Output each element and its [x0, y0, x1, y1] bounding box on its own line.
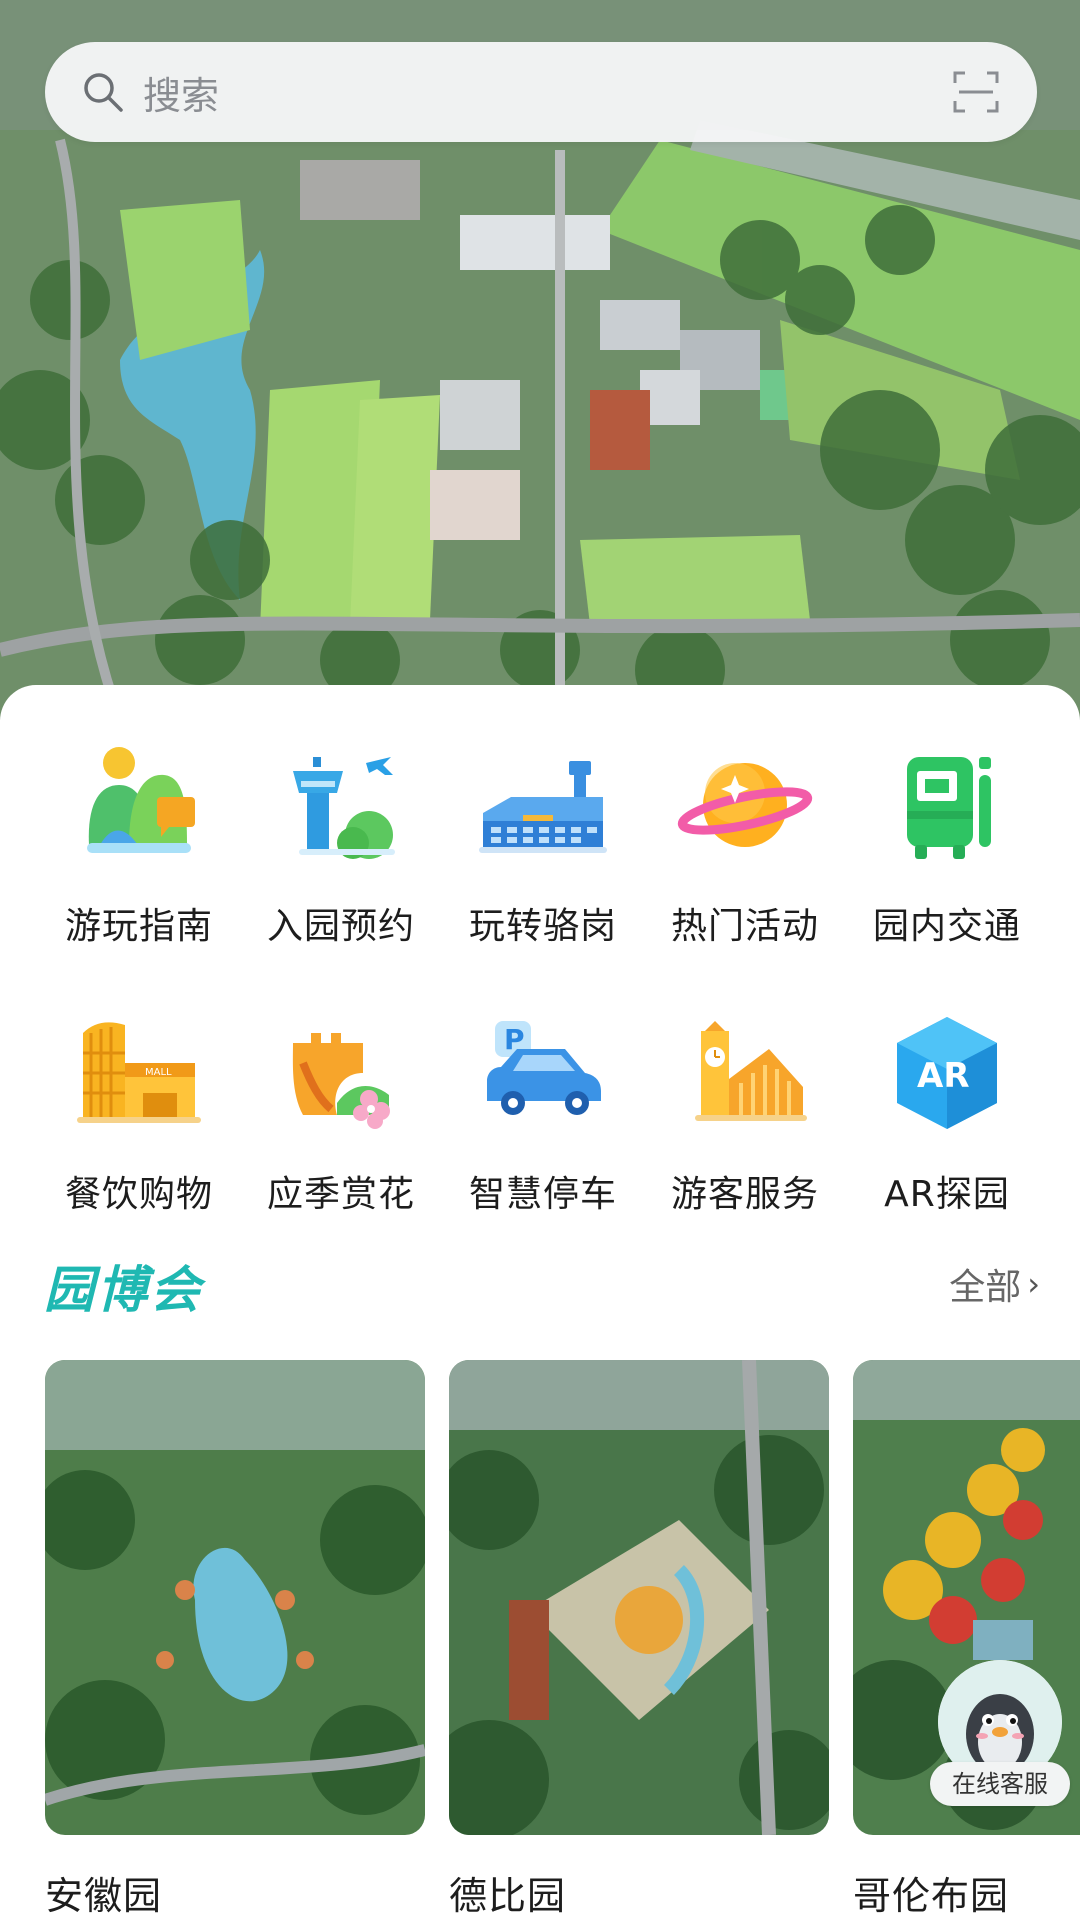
- garden-card[interactable]: 哥伦布园: [853, 1360, 1080, 1920]
- ar-cube-icon: AR: [897, 1017, 997, 1129]
- garden-name: 德比园: [449, 1874, 567, 1918]
- menu-item-label: 游客服务: [670, 1174, 819, 1215]
- view-all-label: 全部: [949, 1267, 1022, 1308]
- svg-text:AR: AR: [917, 1056, 970, 1096]
- online-service-label: 在线客服: [930, 1762, 1070, 1806]
- search-input[interactable]: 搜索: [143, 65, 951, 120]
- menu-item-guide[interactable]: 游玩指南: [38, 735, 240, 949]
- menu-item-visitor-service[interactable]: 游客服务: [644, 1003, 846, 1217]
- parking-car-icon: P: [487, 1021, 601, 1115]
- quick-menu-grid: 游玩指南 入园预约 玩转骆岗 热门活动 园内交通 MALL 餐饮购物 应季赏花 …: [0, 735, 1080, 1217]
- menu-item-events[interactable]: 热门活动: [644, 735, 846, 949]
- menu-item-ar[interactable]: AR AR探园: [846, 1003, 1048, 1217]
- planet-icon: [677, 763, 813, 847]
- garden-card[interactable]: 德比园: [449, 1360, 829, 1920]
- content-panel: 游玩指南 入园预约 玩转骆岗 热门活动 园内交通 MALL 餐饮购物 应季赏花 …: [0, 685, 1080, 1920]
- menu-item-explore[interactable]: 玩转骆岗: [442, 735, 644, 949]
- menu-item-flowers[interactable]: 应季赏花: [240, 1003, 442, 1217]
- guide-icon: [87, 747, 195, 853]
- garden-carousel[interactable]: 安徽园 德比园 哥伦布园: [45, 1360, 1080, 1920]
- menu-item-dining[interactable]: MALL 餐饮购物: [38, 1003, 240, 1217]
- menu-item-label: 游玩指南: [64, 906, 213, 947]
- menu-item-label: 热门活动: [670, 906, 819, 947]
- mall-icon: MALL: [77, 1022, 201, 1123]
- scan-icon[interactable]: [951, 67, 1001, 117]
- airport-building-icon: [479, 761, 607, 853]
- garden-name: 安徽园: [45, 1874, 163, 1918]
- flower-wall-icon: [292, 1033, 390, 1129]
- menu-item-label: AR探园: [884, 1174, 1010, 1215]
- chevron-right-icon: ›: [1027, 1265, 1040, 1303]
- menu-item-label: 玩转骆岗: [468, 906, 617, 947]
- menu-item-reservation[interactable]: 入园预约: [240, 735, 442, 949]
- menu-item-transport[interactable]: 园内交通: [846, 735, 1048, 949]
- search-bar[interactable]: 搜索: [45, 42, 1037, 142]
- tower-reservation-icon: [293, 757, 395, 859]
- section-title: 园博会: [44, 1260, 203, 1319]
- online-service-button[interactable]: 在线客服: [930, 1660, 1070, 1820]
- menu-item-label: 入园预约: [266, 906, 415, 947]
- garden-name: 哥伦布园: [853, 1874, 1010, 1918]
- menu-item-label: 餐饮购物: [64, 1174, 213, 1215]
- bus-icon: [907, 757, 991, 859]
- garden-card[interactable]: 安徽园: [45, 1360, 425, 1920]
- clock-tower-icon: [695, 1021, 807, 1121]
- menu-item-label: 应季赏花: [266, 1174, 415, 1215]
- garden-image: [449, 1360, 829, 1835]
- svg-text:MALL: MALL: [145, 1067, 172, 1078]
- garden-image: [45, 1360, 425, 1835]
- view-all-link[interactable]: 全部 ›: [949, 1258, 1040, 1310]
- menu-item-label: 智慧停车: [468, 1174, 617, 1215]
- search-icon: [84, 73, 123, 112]
- menu-item-label: 园内交通: [872, 906, 1021, 947]
- menu-item-parking[interactable]: P 智慧停车: [442, 1003, 644, 1217]
